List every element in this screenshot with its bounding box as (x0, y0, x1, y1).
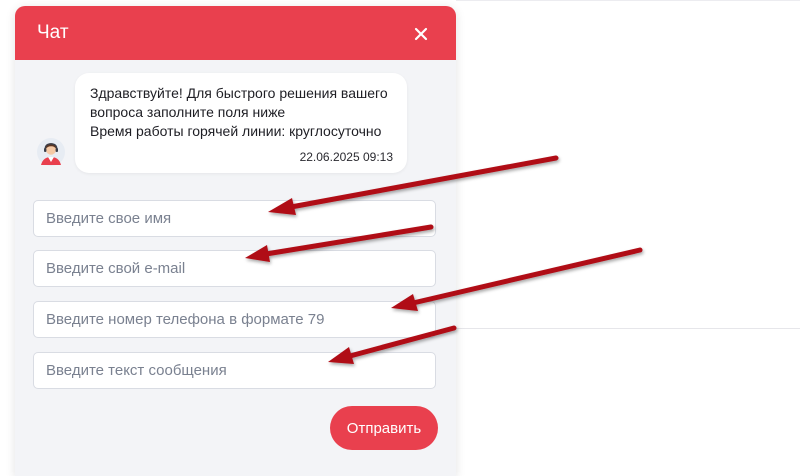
message-timestamp: 22.06.2025 09:13 (299, 150, 393, 164)
send-button[interactable]: Отправить (330, 406, 438, 450)
background-divider-top (456, 0, 800, 1)
background-divider (456, 328, 800, 329)
chat-body: Здравствуйте! Для быстрого решения вашег… (15, 60, 456, 476)
operator-message-text: Здравствуйте! Для быстрого решения вашег… (90, 85, 388, 139)
message-input[interactable] (33, 352, 436, 389)
operator-message-bubble: Здравствуйте! Для быстрого решения вашег… (75, 73, 407, 173)
close-icon[interactable] (409, 22, 433, 46)
chat-header: Чат (15, 6, 456, 60)
name-input[interactable] (33, 200, 436, 237)
chat-widget: Чат Здравствуйте! Для быстрого решения в… (15, 6, 456, 476)
chat-title: Чат (37, 22, 69, 43)
phone-input[interactable] (33, 301, 436, 338)
email-input[interactable] (33, 250, 436, 287)
operator-avatar-icon (37, 138, 65, 166)
